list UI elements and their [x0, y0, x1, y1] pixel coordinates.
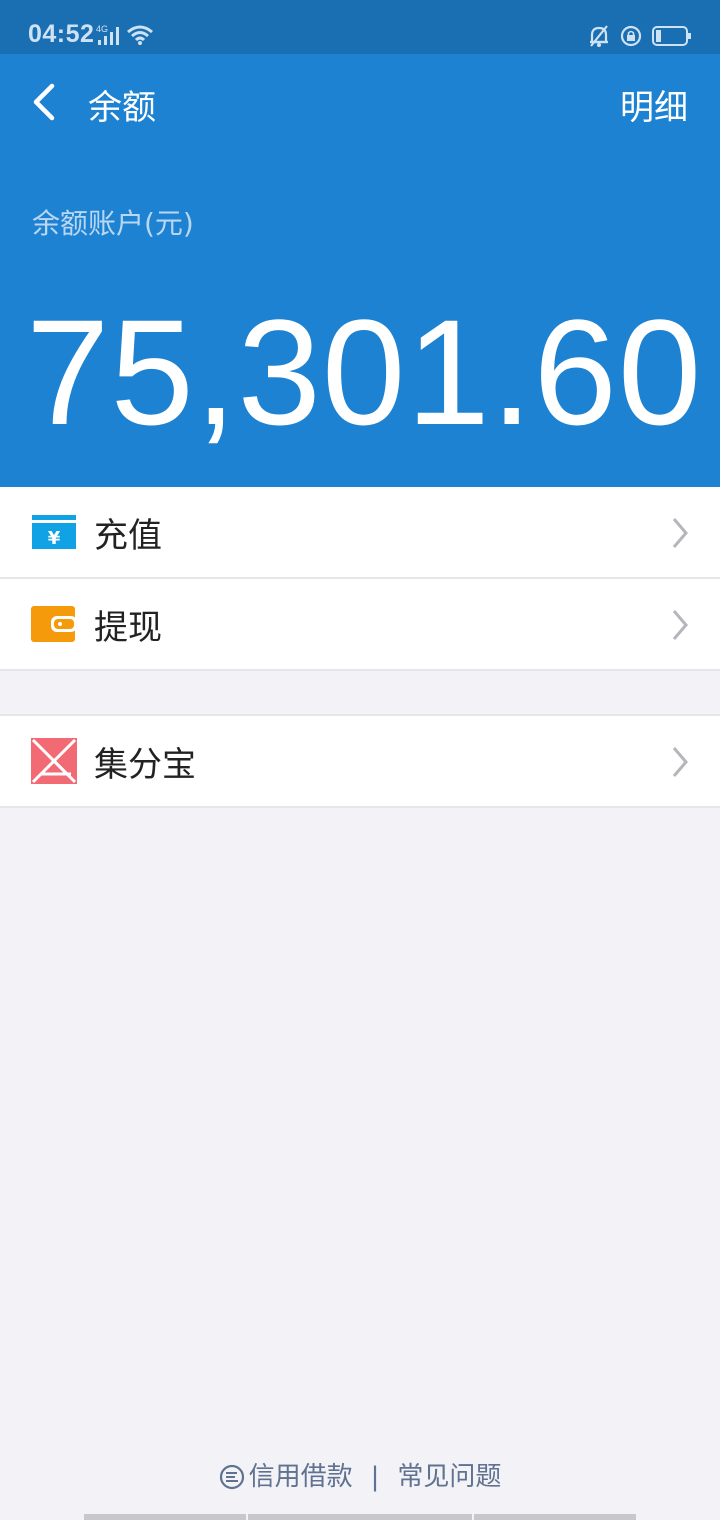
back-icon[interactable]	[28, 80, 64, 124]
rotation-lock-icon	[620, 25, 642, 47]
wifi-icon	[127, 25, 153, 45]
svg-text:4G: 4G	[96, 24, 108, 34]
menu-item-jifenbao[interactable]: 集分宝	[0, 716, 720, 808]
page-title: 余额	[88, 88, 156, 128]
nav-bar-segment[interactable]	[474, 1514, 636, 1520]
status-time: 04:52	[28, 20, 95, 48]
status-bar: 04:52 4G	[0, 0, 720, 54]
svg-text:¥: ¥	[48, 528, 61, 549]
menu-item-label: 提现	[94, 607, 162, 648]
faq-link[interactable]: 常见问题	[397, 1462, 501, 1492]
menu-item-label: 充值	[94, 515, 162, 556]
chevron-right-icon	[672, 518, 688, 548]
signal-icon: 4G	[96, 24, 119, 45]
footer-separator: |	[370, 1462, 380, 1492]
nav-bar-segment[interactable]	[84, 1514, 246, 1520]
menu-item-withdraw[interactable]: 提现	[0, 579, 720, 671]
mute-bell-icon	[590, 25, 608, 47]
battery-icon	[652, 26, 691, 46]
credit-loan-link[interactable]: 信用借款	[249, 1462, 353, 1492]
balance-header: 余额 明细 余额账户(元) 75,301.60	[0, 54, 720, 487]
menu-item-recharge[interactable]: ¥ 充值	[0, 487, 720, 579]
balance-amount: 75,301.60	[26, 288, 703, 456]
detail-button[interactable]: 明细	[620, 80, 688, 129]
credit-loan-icon	[219, 1464, 244, 1490]
chevron-right-icon	[672, 747, 688, 777]
menu-group-primary: ¥ 充值 提现	[0, 487, 720, 671]
menu-group-secondary: 集分宝	[0, 714, 720, 808]
footer-links: 信用借款 | 常见问题	[0, 1456, 720, 1493]
recharge-icon: ¥	[32, 515, 76, 549]
menu-item-label: 集分宝	[94, 744, 196, 785]
withdraw-wallet-icon	[31, 606, 75, 642]
chevron-right-icon	[672, 610, 688, 640]
nav-bar-segment[interactable]	[248, 1514, 472, 1520]
balance-label: 余额账户(元)	[32, 207, 194, 240]
jifenbao-icon	[31, 738, 77, 784]
